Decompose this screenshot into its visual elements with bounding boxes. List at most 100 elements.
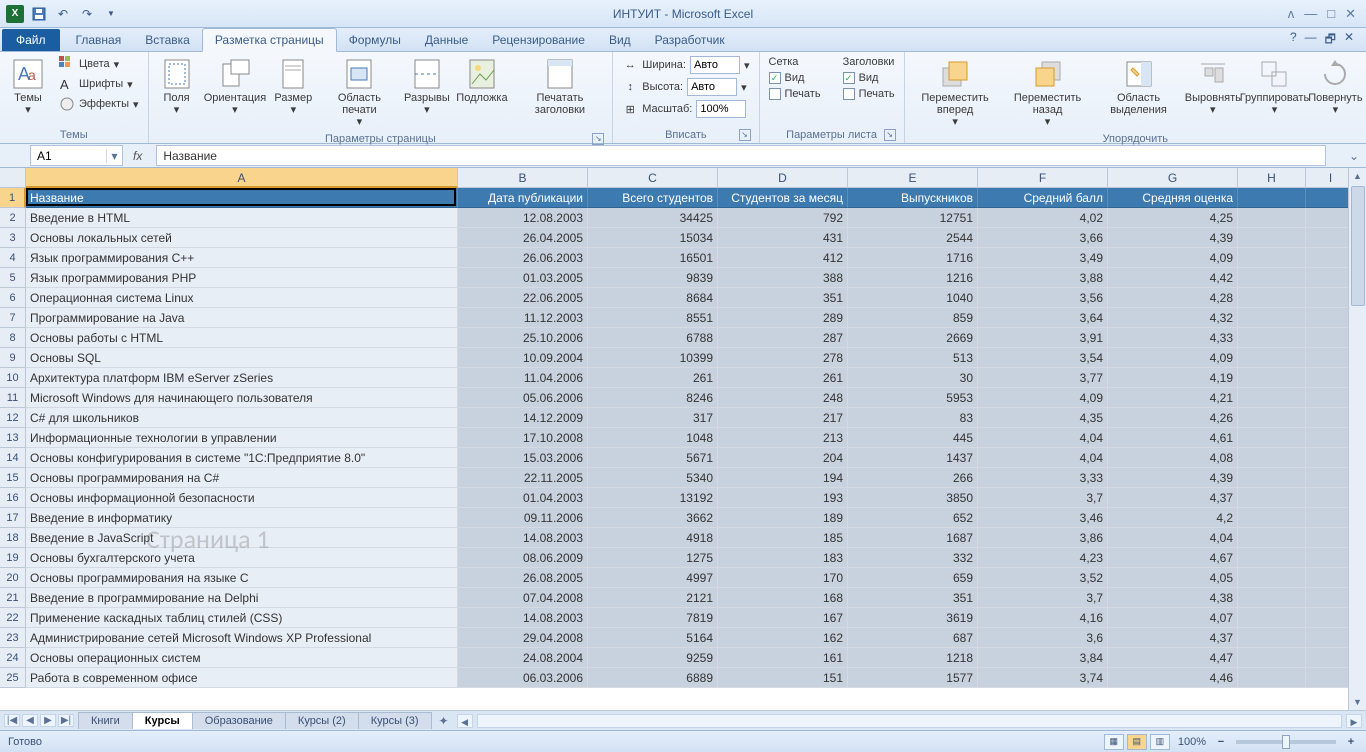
sheet-tab[interactable]: Курсы <box>132 712 193 729</box>
file-tab[interactable]: Файл <box>2 29 60 51</box>
inner-restore-icon[interactable]: 🗗 <box>1325 30 1336 51</box>
cell[interactable]: 261 <box>718 368 848 388</box>
hscroll-track[interactable] <box>477 714 1342 728</box>
cell[interactable]: 4,04 <box>978 448 1108 468</box>
row-header[interactable]: 5 <box>0 268 26 288</box>
cell[interactable]: 194 <box>718 468 848 488</box>
cell[interactable]: 15.03.2006 <box>458 448 588 468</box>
cell[interactable]: 1216 <box>848 268 978 288</box>
cell[interactable]: 3850 <box>848 488 978 508</box>
cell[interactable]: 151 <box>718 668 848 688</box>
cell[interactable] <box>1238 208 1306 228</box>
cell[interactable]: 1437 <box>848 448 978 468</box>
cell[interactable]: Средняя оценка <box>1108 188 1238 208</box>
cell[interactable]: 24.08.2004 <box>458 648 588 668</box>
formula-bar-expand-icon[interactable]: ⌄ <box>1346 149 1362 163</box>
cell[interactable]: Основы конфигурирования в системе "1С:Пр… <box>26 448 458 468</box>
cell[interactable]: 14.08.2003 <box>458 608 588 628</box>
cell[interactable]: 4,16 <box>978 608 1108 628</box>
cell[interactable]: 7819 <box>588 608 718 628</box>
cell[interactable]: Название <box>26 188 458 208</box>
hscroll-right-icon[interactable]: ▶ <box>1346 714 1362 728</box>
cell[interactable]: 412 <box>718 248 848 268</box>
cell[interactable]: 26.06.2003 <box>458 248 588 268</box>
cell[interactable]: 3,7 <box>978 488 1108 508</box>
headings-view-checkbox[interactable]: ✓Вид <box>840 71 898 85</box>
cell[interactable] <box>1238 548 1306 568</box>
column-header[interactable]: E <box>848 168 978 188</box>
cell[interactable]: 3,86 <box>978 528 1108 548</box>
cell[interactable]: 183 <box>718 548 848 568</box>
cell[interactable]: 15034 <box>588 228 718 248</box>
cell[interactable]: 388 <box>718 268 848 288</box>
cell[interactable]: 289 <box>718 308 848 328</box>
cell[interactable] <box>1238 428 1306 448</box>
cell[interactable]: 3619 <box>848 608 978 628</box>
print-titles-button[interactable]: Печатать заголовки <box>514 55 607 119</box>
margins-button[interactable]: Поля▾ <box>155 55 199 119</box>
zoom-handle[interactable] <box>1282 735 1290 749</box>
cell[interactable]: 1218 <box>848 648 978 668</box>
cell[interactable]: 185 <box>718 528 848 548</box>
row-header[interactable]: 19 <box>0 548 26 568</box>
cell[interactable]: 09.11.2006 <box>458 508 588 528</box>
cell[interactable]: 687 <box>848 628 978 648</box>
cell[interactable]: 261 <box>588 368 718 388</box>
cell[interactable]: 4,05 <box>1108 568 1238 588</box>
cell[interactable]: 8246 <box>588 388 718 408</box>
cell[interactable]: 4,33 <box>1108 328 1238 348</box>
cell[interactable]: Основы SQL <box>26 348 458 368</box>
fx-icon[interactable]: fx <box>133 149 148 163</box>
vertical-scrollbar[interactable]: ▲ ▼ <box>1348 168 1366 710</box>
gridlines-print-checkbox[interactable]: Печать <box>766 87 824 101</box>
headings-print-checkbox[interactable]: Печать <box>840 87 898 101</box>
gridlines-view-checkbox[interactable]: ✓Вид <box>766 71 824 85</box>
cell[interactable] <box>1238 408 1306 428</box>
cell[interactable]: Администрирование сетей Microsoft Window… <box>26 628 458 648</box>
cell[interactable]: 213 <box>718 428 848 448</box>
row-header[interactable]: 12 <box>0 408 26 428</box>
cell[interactable]: 2544 <box>848 228 978 248</box>
cell[interactable]: 4,39 <box>1108 468 1238 488</box>
name-box[interactable]: ▾ <box>30 145 123 166</box>
cell[interactable]: 3,88 <box>978 268 1108 288</box>
cell[interactable] <box>1238 348 1306 368</box>
cell[interactable] <box>1238 388 1306 408</box>
column-header[interactable]: B <box>458 168 588 188</box>
cell[interactable]: 4,35 <box>978 408 1108 428</box>
cell[interactable]: 4,39 <box>1108 228 1238 248</box>
redo-icon[interactable]: ↷ <box>78 5 96 23</box>
row-header[interactable]: 24 <box>0 648 26 668</box>
cell[interactable]: 3,66 <box>978 228 1108 248</box>
cell[interactable]: 3,46 <box>978 508 1108 528</box>
height-input[interactable] <box>687 78 737 96</box>
cell[interactable]: 5340 <box>588 468 718 488</box>
cell[interactable]: 513 <box>848 348 978 368</box>
sheet-prev-icon[interactable]: ◀ <box>22 714 38 727</box>
cell[interactable]: 248 <box>718 388 848 408</box>
cell[interactable]: 4,42 <box>1108 268 1238 288</box>
cell[interactable]: 4,09 <box>1108 348 1238 368</box>
cell[interactable]: 4,26 <box>1108 408 1238 428</box>
fonts-button[interactable]: AШрифты ▾ <box>56 75 142 93</box>
cell[interactable]: Операционная система Linux <box>26 288 458 308</box>
cell[interactable] <box>1238 508 1306 528</box>
column-header[interactable]: H <box>1238 168 1306 188</box>
cell[interactable]: 4997 <box>588 568 718 588</box>
row-header[interactable]: 9 <box>0 348 26 368</box>
cell[interactable]: 11.04.2006 <box>458 368 588 388</box>
cell[interactable]: 445 <box>848 428 978 448</box>
ribbon-tab[interactable]: Разработчик <box>643 29 737 51</box>
row-header[interactable]: 10 <box>0 368 26 388</box>
qat-dropdown-icon[interactable]: ▼ <box>102 5 120 23</box>
row-header[interactable]: 1 <box>0 188 26 208</box>
sheet-tab[interactable]: Курсы (3) <box>358 712 432 729</box>
cell[interactable]: 170 <box>718 568 848 588</box>
cell[interactable]: 6788 <box>588 328 718 348</box>
cell[interactable] <box>1238 668 1306 688</box>
cell[interactable]: 3,6 <box>978 628 1108 648</box>
selection-pane-button[interactable]: Область выделения <box>1096 55 1182 119</box>
sheet-tab[interactable]: Образование <box>192 712 286 729</box>
cell[interactable]: 4,04 <box>1108 528 1238 548</box>
cell[interactable] <box>1238 588 1306 608</box>
